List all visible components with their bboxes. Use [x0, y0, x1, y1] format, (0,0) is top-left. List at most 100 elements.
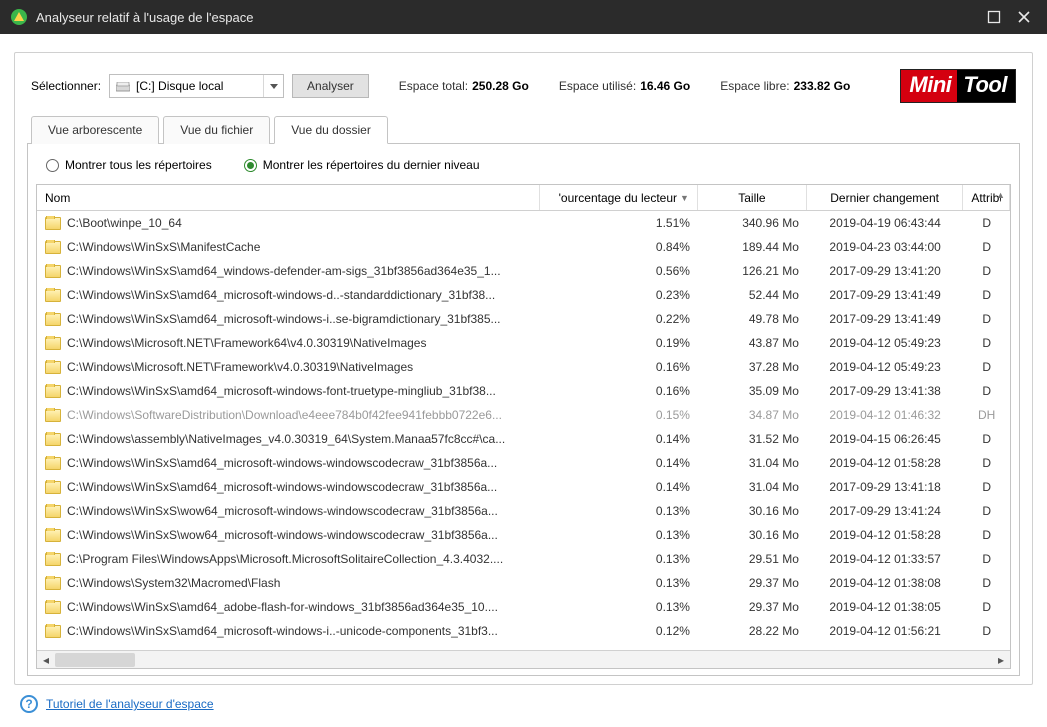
table-row[interactable]: C:\Windows\SoftwareDistribution\Download…: [37, 403, 1010, 427]
folder-icon: [45, 625, 61, 638]
row-date: 2019-04-12 05:49:23: [807, 336, 963, 350]
row-pct: 0.22%: [540, 312, 698, 326]
scroll-track[interactable]: [55, 652, 992, 668]
row-pct: 0.84%: [540, 240, 698, 254]
tab-tree[interactable]: Vue arborescente: [31, 116, 159, 144]
table-row[interactable]: C:\Windows\Microsoft.NET\Framework\v4.0.…: [37, 355, 1010, 379]
row-date: 2019-04-12 01:46:32: [807, 408, 963, 422]
table-row[interactable]: C:\Windows\WinSxS\wow64_microsoft-window…: [37, 523, 1010, 547]
maximize-button[interactable]: [979, 2, 1009, 32]
row-date: 2017-09-29 13:41:20: [807, 264, 963, 278]
table-row[interactable]: C:\Windows\WinSxS\amd64_windows-defender…: [37, 259, 1010, 283]
table-row[interactable]: C:\Windows\WinSxS\wow64_microsoft-window…: [37, 499, 1010, 523]
folder-icon: [45, 409, 61, 422]
row-date: 2019-04-23 03:44:00: [807, 240, 963, 254]
row-date: 2019-04-12 01:38:08: [807, 576, 963, 590]
row-name: C:\Windows\WinSxS\wow64_microsoft-window…: [67, 528, 498, 542]
row-pct: 0.14%: [540, 432, 698, 446]
col-size[interactable]: Taille: [698, 185, 807, 210]
analyze-button[interactable]: Analyser: [292, 74, 369, 98]
folder-icon: [45, 241, 61, 254]
row-date: 2019-04-12 01:58:28: [807, 528, 963, 542]
stat-free: Espace libre:233.82 Go: [720, 79, 850, 93]
folder-icon: [45, 385, 61, 398]
table-row[interactable]: C:\Windows\WinSxS\amd64_microsoft-window…: [37, 379, 1010, 403]
grid-body[interactable]: C:\Boot\winpe_10_641.51%340.96 Mo2019-04…: [37, 211, 1010, 650]
disk-icon: [116, 81, 130, 91]
radio-show-all[interactable]: Montrer tous les répertoires: [46, 158, 212, 172]
table-row[interactable]: C:\Windows\Microsoft.NET\Framework64\v4.…: [37, 331, 1010, 355]
stat-used: Espace utilisé:16.46 Go: [559, 79, 690, 93]
table-row[interactable]: C:\Windows\WinSxS\amd64_microsoft-window…: [37, 619, 1010, 643]
toolbar: Sélectionner: [C:] Disque local Analyser…: [27, 69, 1020, 115]
col-percent[interactable]: 'ourcentage du lecteur▼: [540, 185, 698, 210]
scroll-left-icon[interactable]: ◂: [37, 652, 55, 668]
row-name: C:\Windows\WinSxS\amd64_microsoft-window…: [67, 624, 498, 638]
table-row[interactable]: C:\Windows\WinSxS\amd64_microsoft-window…: [37, 283, 1010, 307]
table-row[interactable]: C:\Windows\WinSxS\amd64_microsoft-window…: [37, 451, 1010, 475]
tutorial-link[interactable]: Tutoriel de l'analyseur d'espace: [46, 697, 214, 711]
row-attr: DH: [963, 408, 1010, 422]
folder-icon: [45, 529, 61, 542]
row-name: C:\Windows\WinSxS\amd64_windows-defender…: [67, 264, 501, 278]
table-row[interactable]: C:\Boot\winpe_10_641.51%340.96 Mo2019-04…: [37, 211, 1010, 235]
titlebar: Analyseur relatif à l'usage de l'espace: [0, 0, 1047, 34]
row-attr: D: [963, 264, 1010, 278]
horizontal-scrollbar[interactable]: ◂ ▸: [37, 650, 1010, 668]
row-name: C:\Windows\System32\Macromed\Flash: [67, 576, 280, 590]
row-pct: 0.15%: [540, 408, 698, 422]
folder-icon: [45, 601, 61, 614]
row-date: 2017-09-29 13:41:18: [807, 480, 963, 494]
row-name: C:\Boot\winpe_10_64: [67, 216, 182, 230]
folder-grid: Nom 'ourcentage du lecteur▼ Taille Derni…: [36, 184, 1011, 669]
table-row[interactable]: C:\Windows\WinSxS\amd64_adobe-flash-for-…: [37, 595, 1010, 619]
table-row[interactable]: C:\Windows\WinSxS\amd64_microsoft-window…: [37, 307, 1010, 331]
drive-selector[interactable]: [C:] Disque local: [109, 74, 284, 98]
row-name: C:\Windows\Microsoft.NET\Framework64\v4.…: [67, 336, 426, 350]
row-name: C:\Windows\SoftwareDistribution\Download…: [67, 408, 502, 422]
table-row[interactable]: C:\Windows\WinSxS\ManifestCache0.84%189.…: [37, 235, 1010, 259]
radio-group: Montrer tous les répertoires Montrer les…: [36, 154, 1011, 184]
close-button[interactable]: [1009, 2, 1039, 32]
col-name[interactable]: Nom: [37, 185, 540, 210]
scroll-thumb[interactable]: [55, 653, 135, 667]
row-pct: 0.13%: [540, 576, 698, 590]
folder-icon: [45, 577, 61, 590]
row-size: 29.37 Mo: [698, 576, 807, 590]
row-attr: D: [963, 624, 1010, 638]
row-attr: D: [963, 480, 1010, 494]
row-size: 30.16 Mo: [698, 504, 807, 518]
row-attr: D: [963, 384, 1010, 398]
folder-icon: [45, 289, 61, 302]
analyze-label: Analyser: [307, 79, 354, 93]
chevron-down-icon[interactable]: [263, 75, 283, 97]
table-row[interactable]: C:\Windows\System32\Macromed\Flash0.13%2…: [37, 571, 1010, 595]
folder-icon: [45, 313, 61, 326]
row-attr: D: [963, 312, 1010, 326]
row-name: C:\Windows\WinSxS\amd64_microsoft-window…: [67, 312, 501, 326]
folder-icon: [45, 265, 61, 278]
tab-file[interactable]: Vue du fichier: [163, 116, 270, 144]
table-row[interactable]: C:\Windows\WinSxS\amd64_microsoft-window…: [37, 475, 1010, 499]
select-label: Sélectionner:: [31, 79, 101, 93]
row-attr: D: [963, 336, 1010, 350]
tab-folder[interactable]: Vue du dossier: [274, 116, 388, 144]
folder-icon: [45, 337, 61, 350]
row-size: 189.44 Mo: [698, 240, 807, 254]
row-pct: 0.56%: [540, 264, 698, 278]
row-size: 52.44 Mo: [698, 288, 807, 302]
folder-icon: [45, 217, 61, 230]
row-date: 2019-04-19 06:43:44: [807, 216, 963, 230]
radio-all-label: Montrer tous les répertoires: [65, 158, 212, 172]
scroll-right-icon[interactable]: ▸: [992, 652, 1010, 668]
table-row[interactable]: C:\Program Files\WindowsApps\Microsoft.M…: [37, 547, 1010, 571]
row-size: 340.96 Mo: [698, 216, 807, 230]
col-date[interactable]: Dernier changement: [807, 185, 963, 210]
table-row[interactable]: C:\Windows\assembly\NativeImages_v4.0.30…: [37, 427, 1010, 451]
row-name: C:\Windows\WinSxS\amd64_microsoft-window…: [67, 384, 496, 398]
col-attr[interactable]: Attribue▲: [963, 185, 1010, 210]
row-attr: D: [963, 552, 1010, 566]
radio-show-last[interactable]: Montrer les répertoires du dernier nivea…: [244, 158, 480, 172]
row-name: C:\Windows\WinSxS\amd64_microsoft-window…: [67, 456, 497, 470]
row-pct: 0.13%: [540, 504, 698, 518]
